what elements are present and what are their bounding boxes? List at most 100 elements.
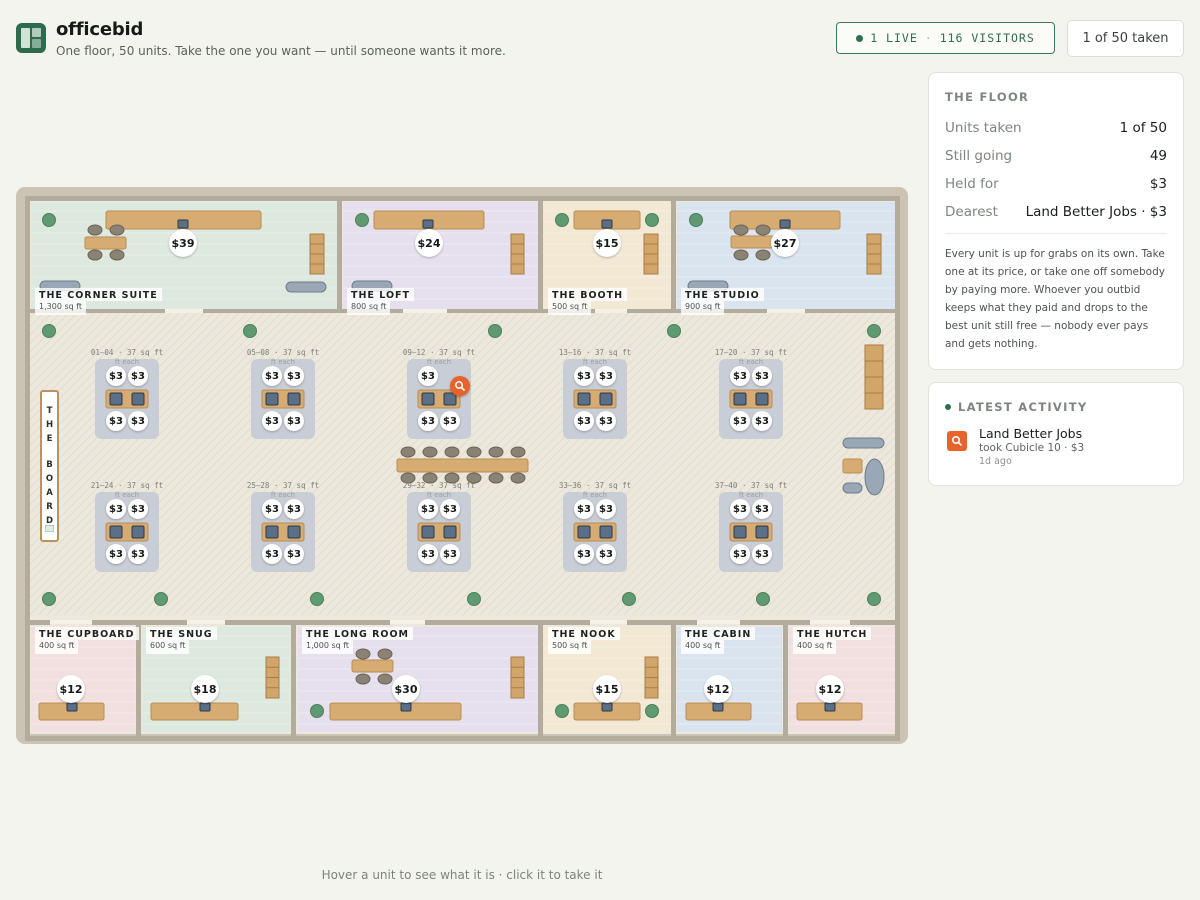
the-board-whiteboard[interactable]: THEBOARD	[40, 390, 59, 542]
live-count: 1 LIVE	[870, 31, 918, 45]
room-name-label[interactable]: THE CABIN	[681, 627, 756, 640]
activity-title: LATEST ACTIVITY	[945, 400, 1087, 414]
cubicle-price-tag[interactable]: $3	[128, 411, 148, 431]
cubicle-price-tag[interactable]: $3	[418, 411, 438, 431]
monitor-icon	[265, 525, 279, 539]
cubicle-price-tag[interactable]: $3	[752, 499, 772, 519]
activity-item-name[interactable]: Land Better Jobs	[979, 426, 1082, 441]
wall	[671, 620, 676, 740]
potted-plant-icon	[42, 324, 56, 338]
doorway	[50, 620, 92, 624]
room-name-label[interactable]: THE NOOK	[548, 627, 620, 640]
cubicle-price-tag[interactable]: $3	[730, 411, 750, 431]
cubicle-price-tag[interactable]: $3	[262, 499, 282, 519]
room-price-tag[interactable]: $12	[57, 675, 85, 703]
cubicle-price-tag[interactable]: $3	[730, 499, 750, 519]
cluster-unit-range: 09–12 · 37 sq ft	[402, 348, 476, 357]
room-price-tag[interactable]: $12	[704, 675, 732, 703]
room-size-label: 400 sq ft	[793, 640, 837, 654]
potted-plant-icon	[756, 592, 770, 606]
cubicle-price-tag[interactable]: $3	[284, 544, 304, 564]
cubicle-price-tag[interactable]: $3	[284, 411, 304, 431]
cubicle-price-tag[interactable]: $3	[730, 544, 750, 564]
sofa	[842, 437, 885, 449]
stat-row-still-going: Still going 49	[945, 148, 1167, 164]
cubicle-price-tag[interactable]: $3	[596, 544, 616, 564]
cubicle-price-tag[interactable]: $3	[574, 411, 594, 431]
potted-plant-icon	[243, 324, 257, 338]
doorway	[595, 309, 627, 313]
room-name-label[interactable]: THE CORNER SUITE	[35, 288, 162, 301]
room-name-label[interactable]: THE BOOTH	[548, 288, 628, 301]
cubicle-price-tag[interactable]: $3	[440, 411, 460, 431]
doorway	[810, 620, 850, 624]
cubicle-price-tag[interactable]: $3	[596, 366, 616, 386]
room-price-tag[interactable]: $39	[169, 229, 197, 257]
room-price-tag[interactable]: $15	[593, 675, 621, 703]
sofa	[842, 482, 863, 494]
chair-icon	[400, 446, 416, 458]
cubicle-price-tag[interactable]: $3	[418, 499, 438, 519]
desk	[329, 702, 462, 721]
cubicle-price-tag[interactable]: $3	[106, 366, 126, 386]
cubicle-price-tag[interactable]: $3	[262, 366, 282, 386]
cubicle-price-tag[interactable]: $3	[752, 544, 772, 564]
live-dot-icon	[856, 34, 864, 42]
room-name-label[interactable]: THE STUDIO	[681, 288, 764, 301]
room-name-label[interactable]: THE CUPBOARD	[35, 627, 139, 640]
app-name: officebid	[56, 19, 144, 40]
room-price-tag[interactable]: $27	[771, 229, 799, 257]
monitor-icon	[400, 702, 412, 712]
floor-plan	[16, 187, 908, 744]
cubicle-price-tag[interactable]: $3	[418, 366, 438, 386]
cubicle-price-tag[interactable]: $3	[262, 544, 282, 564]
wall	[337, 196, 342, 312]
cubicle-price-tag[interactable]: $3	[106, 544, 126, 564]
potted-plant-icon	[310, 592, 324, 606]
chair-icon	[733, 224, 749, 236]
cubicle-price-tag[interactable]: $3	[128, 366, 148, 386]
chair-icon	[488, 446, 504, 458]
room-price-tag[interactable]: $24	[415, 229, 443, 257]
desk	[730, 235, 775, 249]
stat-value: Land Better Jobs · $3	[1025, 204, 1167, 220]
cubicle-price-tag[interactable]: $3	[730, 366, 750, 386]
cubicle-price-tag[interactable]: $3	[128, 499, 148, 519]
cubicle-price-tag[interactable]: $3	[106, 411, 126, 431]
chair-icon	[377, 673, 393, 685]
cubicle-price-tag[interactable]: $3	[596, 499, 616, 519]
wall	[25, 736, 900, 741]
potted-plant-icon	[42, 213, 56, 227]
cubicle-price-tag[interactable]: $3	[262, 411, 282, 431]
cubicle-price-tag[interactable]: $3	[440, 499, 460, 519]
cubicle-price-tag[interactable]: $3	[106, 499, 126, 519]
monitor-icon	[131, 525, 145, 539]
cubicle-price-tag[interactable]: $3	[596, 411, 616, 431]
cubicle-price-tag[interactable]: $3	[574, 544, 594, 564]
taken-unit-logo-icon[interactable]	[450, 376, 470, 396]
board-letter: T	[46, 406, 53, 416]
room-price-tag[interactable]: $30	[392, 675, 420, 703]
cubicle-price-tag[interactable]: $3	[752, 411, 772, 431]
cubicle-price-tag[interactable]: $3	[128, 544, 148, 564]
wall	[291, 620, 296, 740]
cubicle-price-tag[interactable]: $3	[574, 499, 594, 519]
cubicle-price-tag[interactable]: $3	[574, 366, 594, 386]
room-name-label[interactable]: THE LONG ROOM	[302, 627, 413, 640]
cubicle-price-tag[interactable]: $3	[752, 366, 772, 386]
wall	[740, 620, 810, 625]
room-price-tag[interactable]: $18	[191, 675, 219, 703]
cubicle-price-tag[interactable]: $3	[440, 544, 460, 564]
room-size-label: 800 sq ft	[347, 301, 391, 315]
room-name-label[interactable]: THE LOFT	[347, 288, 414, 301]
room-size-label: 1,300 sq ft	[35, 301, 87, 315]
cubicle-price-tag[interactable]: $3	[284, 366, 304, 386]
room-price-tag[interactable]: $15	[593, 229, 621, 257]
room-price-tag[interactable]: $12	[816, 675, 844, 703]
room-name-label[interactable]: THE HUTCH	[793, 627, 872, 640]
room-name-label[interactable]: THE SNUG	[146, 627, 217, 640]
chair-icon	[755, 249, 771, 261]
cubicle-price-tag[interactable]: $3	[284, 499, 304, 519]
monitor-icon	[66, 702, 78, 712]
cubicle-price-tag[interactable]: $3	[418, 544, 438, 564]
